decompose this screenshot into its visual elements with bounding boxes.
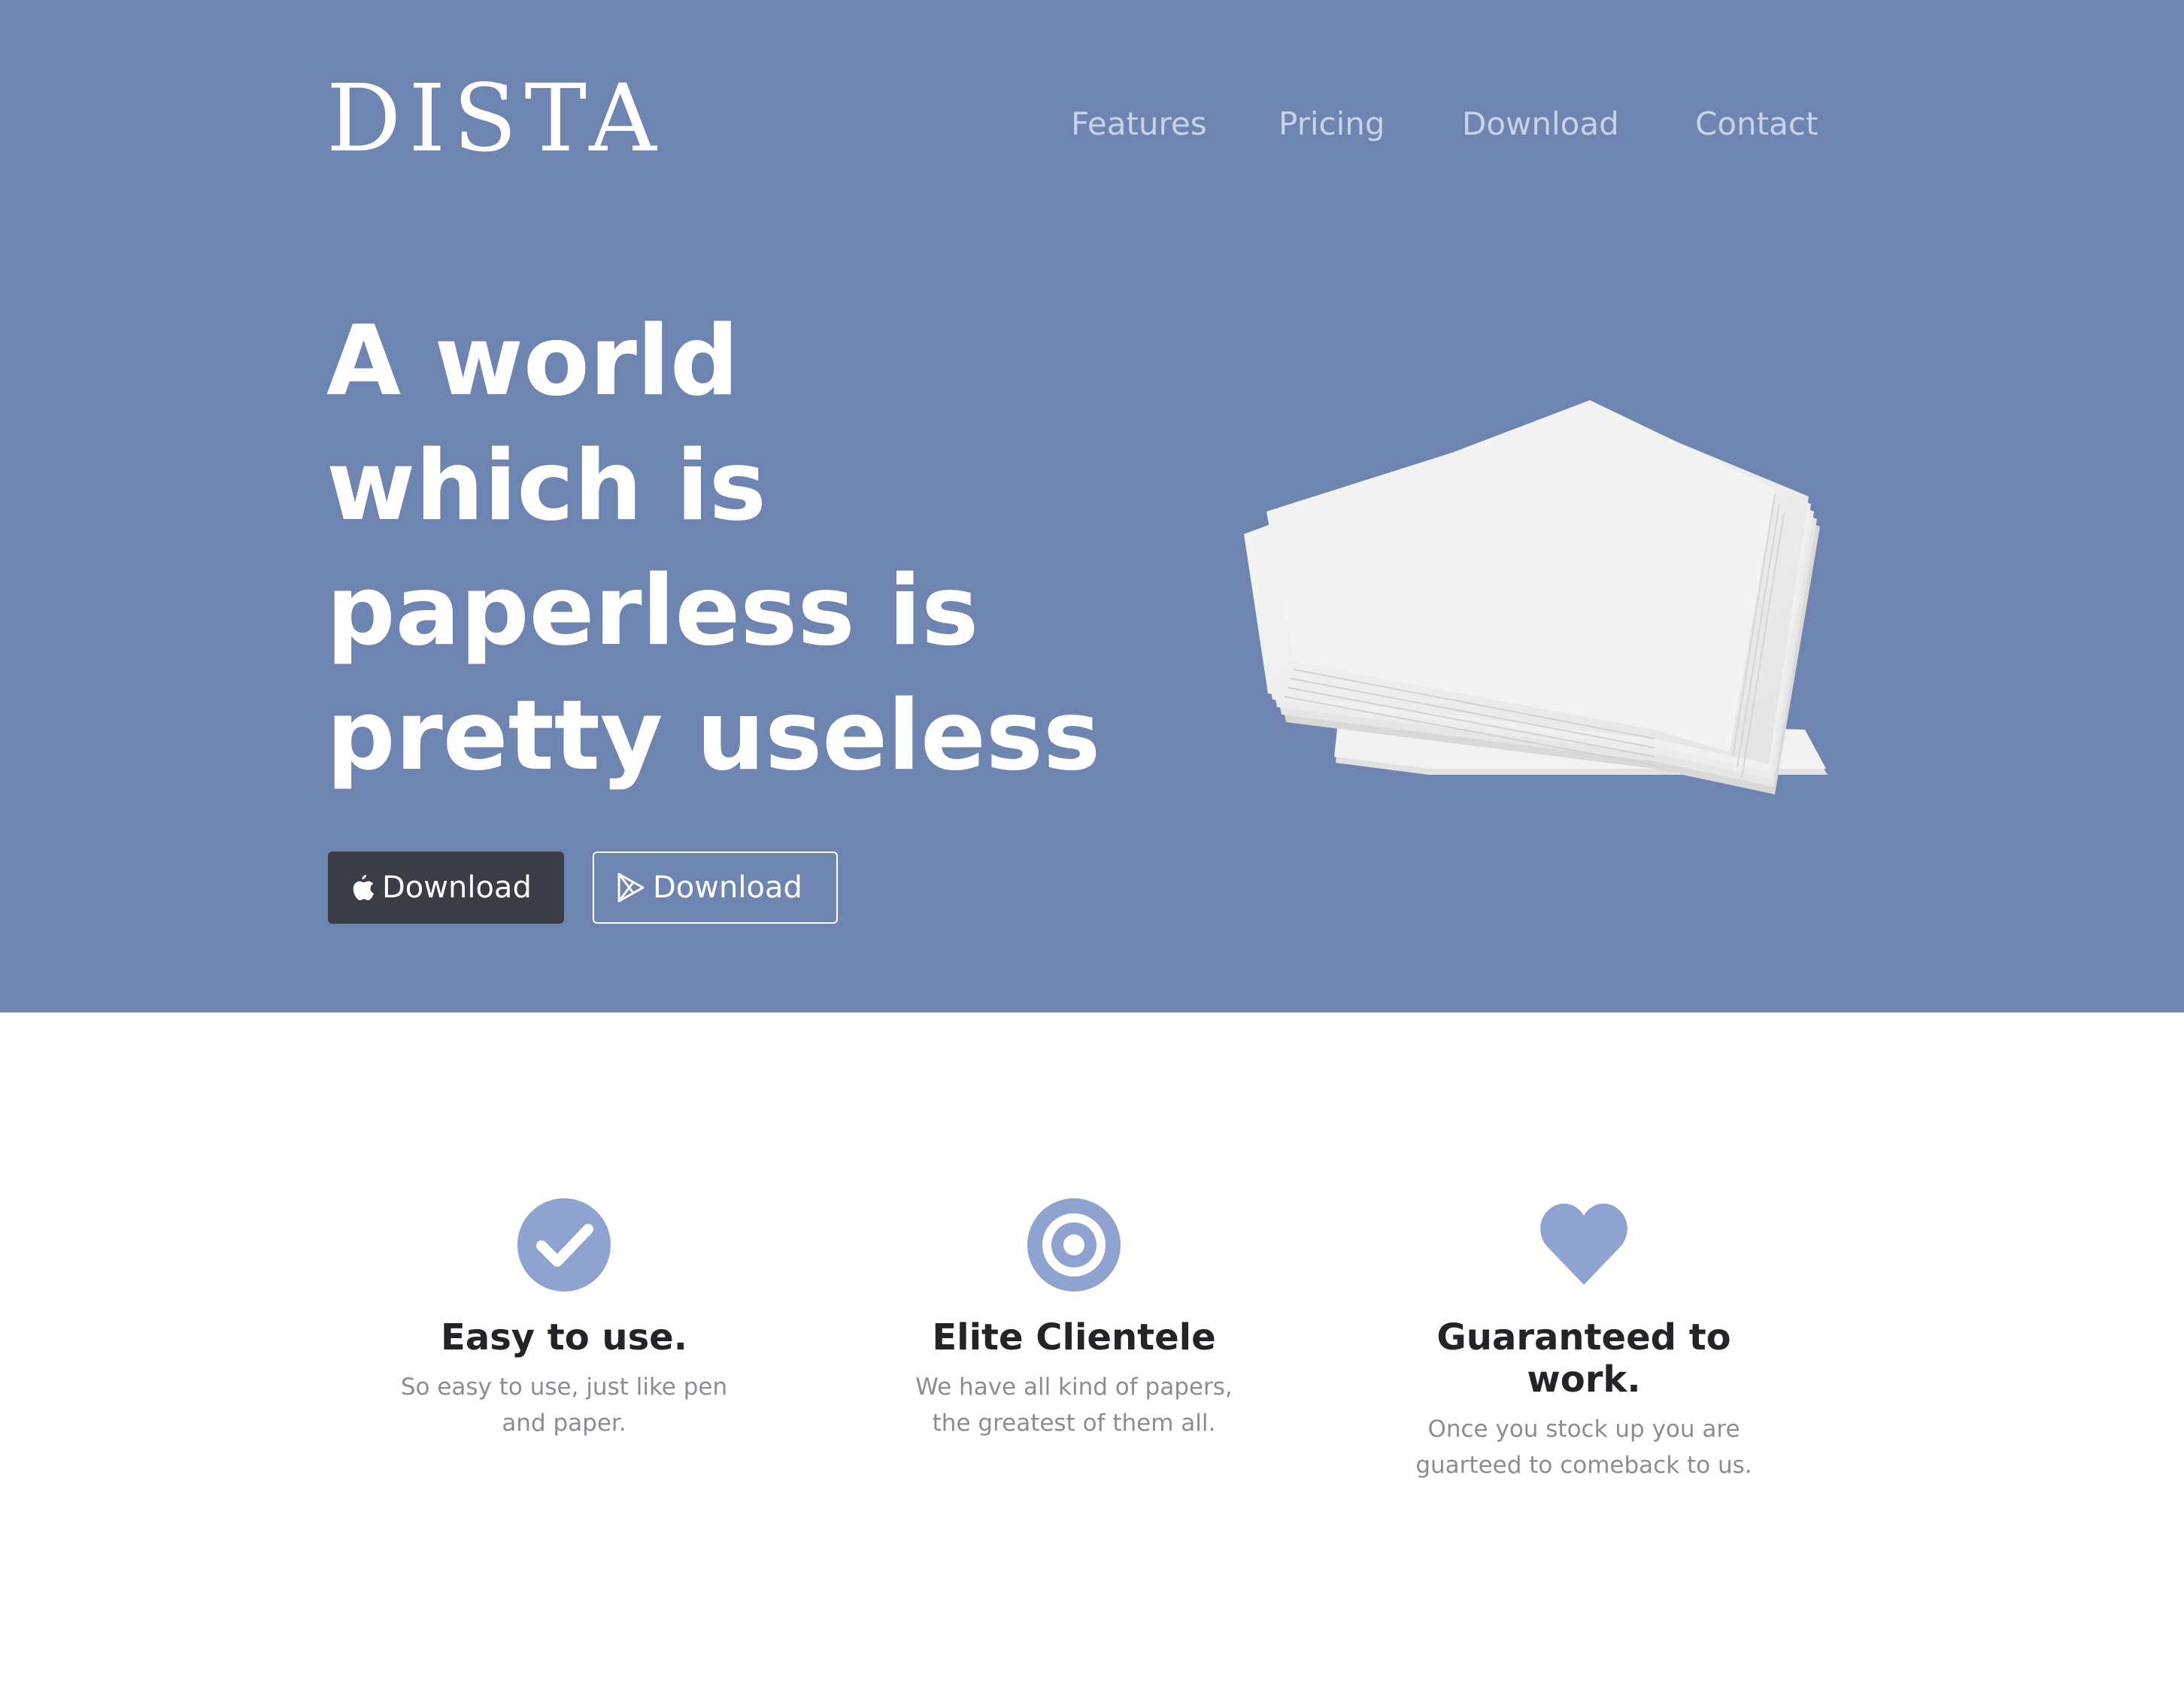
app-store-button-label: Download	[382, 870, 532, 905]
target-icon	[1027, 1198, 1121, 1292]
nav-link-pricing[interactable]: Pricing	[1279, 105, 1385, 142]
feature-title: Easy to use.	[441, 1316, 687, 1359]
feature-card-guaranteed: Guaranteed to work. Once you stock up yo…	[1373, 1196, 1794, 1483]
feature-description: So easy to use, just like pen and paper.	[400, 1374, 728, 1437]
nav-link-features[interactable]: Features	[1071, 105, 1207, 142]
hero-headline: A world which is paperless is pretty use…	[326, 299, 1154, 799]
headline-line-4: pretty useless	[326, 680, 1101, 792]
nav-link-contact[interactable]: Contact	[1695, 105, 1818, 142]
paper-stack-image	[1233, 399, 1865, 853]
google-play-download-button[interactable]: Download	[593, 852, 838, 924]
feature-card-easy: Easy to use. So easy to use, just like p…	[353, 1196, 775, 1441]
brand-logo[interactable]: DISTA	[326, 72, 664, 165]
nav-link-download[interactable]: Download	[1462, 105, 1619, 142]
feature-description: We have all kind of papers, the greatest…	[915, 1374, 1233, 1437]
apple-icon	[350, 873, 375, 902]
headline-line-3: paperless is	[326, 555, 979, 667]
app-store-download-button[interactable]: Download	[328, 852, 564, 924]
headline-line-2: which is	[326, 430, 766, 542]
heart-icon	[1540, 1203, 1627, 1285]
feature-card-clientele: Elite Clientele We have all kind of pape…	[863, 1196, 1285, 1441]
feature-title: Elite Clientele	[932, 1316, 1216, 1359]
feature-description: Once you stock up you are guarteed to co…	[1415, 1416, 1752, 1479]
feature-title: Guaranteed to work.	[1436, 1316, 1731, 1401]
check-circle-icon	[517, 1198, 611, 1292]
headline-line-1: A world	[326, 305, 739, 417]
hero-section: DISTA Features Pricing Download Contact …	[0, 0, 2184, 1012]
google-play-icon	[617, 873, 645, 903]
google-play-button-label: Download	[653, 870, 802, 905]
